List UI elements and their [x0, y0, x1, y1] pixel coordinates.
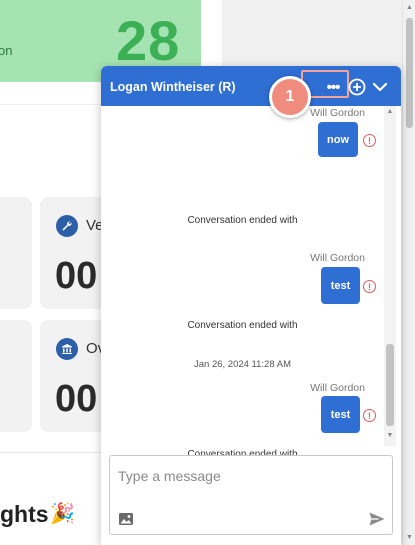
scroll-down-icon[interactable]: ▼ — [384, 432, 396, 439]
add-participant-button[interactable] — [346, 75, 368, 99]
message-sender: Will Gordon — [310, 107, 365, 119]
summary-card-value: 28 — [116, 9, 181, 72]
summary-card-subtext: on — [0, 43, 13, 58]
date-separator: Jan 26, 2024 11:28 AM — [193, 359, 291, 370]
more-options-button[interactable]: ••• — [319, 75, 347, 99]
section-heading: ghts 🎉 — [0, 501, 75, 528]
chat-scrollbar-thumb[interactable] — [386, 344, 394, 426]
message-bubble[interactable]: test — [321, 267, 360, 304]
image-icon[interactable] — [118, 512, 134, 526]
error-icon[interactable]: ! — [363, 134, 376, 147]
chat-header: Logan Wintheiser (R) ••• — [101, 66, 401, 106]
stat-card-value: 00 — [55, 378, 98, 420]
message-bubble[interactable]: now — [318, 122, 358, 157]
plus-circle-icon — [348, 78, 366, 96]
system-message: Conversation ended with — [187, 215, 298, 226]
stat-card-value: 00 — [55, 255, 98, 297]
chat-title: Logan Wintheiser (R) — [110, 80, 236, 94]
page-scrollbar[interactable]: ▲ ▼ — [402, 0, 415, 545]
stat-card-partial — [0, 320, 32, 432]
system-message: Conversation ended with — [187, 320, 298, 331]
chevron-down-icon — [372, 82, 388, 92]
section-heading-text: ghts — [0, 501, 49, 527]
chat-window: Logan Wintheiser (R) ••• Will Gordon now… — [101, 66, 401, 545]
stat-card-partial — [0, 197, 32, 309]
page-scrollbar-thumb[interactable] — [406, 18, 413, 128]
wrench-icon — [56, 215, 78, 237]
chat-scrollbar[interactable]: ▲ ▼ — [384, 106, 396, 446]
collapse-chat-button[interactable] — [368, 75, 392, 99]
error-icon[interactable]: ! — [363, 280, 376, 293]
scroll-up-icon[interactable]: ▲ — [403, 4, 415, 11]
message-composer — [109, 455, 393, 535]
scroll-up-icon[interactable]: ▲ — [384, 108, 396, 115]
error-icon[interactable]: ! — [363, 409, 376, 422]
message-sender: Will Gordon — [310, 252, 365, 264]
party-popper-icon: 🎉 — [50, 503, 75, 525]
message-list[interactable]: Will Gordon now ! Conversation ended wit… — [101, 106, 401, 460]
bank-icon — [56, 338, 78, 360]
message-bubble[interactable]: test — [321, 396, 360, 433]
message-sender: Will Gordon — [310, 382, 365, 394]
message-input[interactable] — [118, 466, 378, 486]
step-marker: 1 — [269, 76, 311, 118]
scroll-down-icon[interactable]: ▼ — [403, 534, 415, 541]
send-icon[interactable] — [368, 510, 386, 528]
